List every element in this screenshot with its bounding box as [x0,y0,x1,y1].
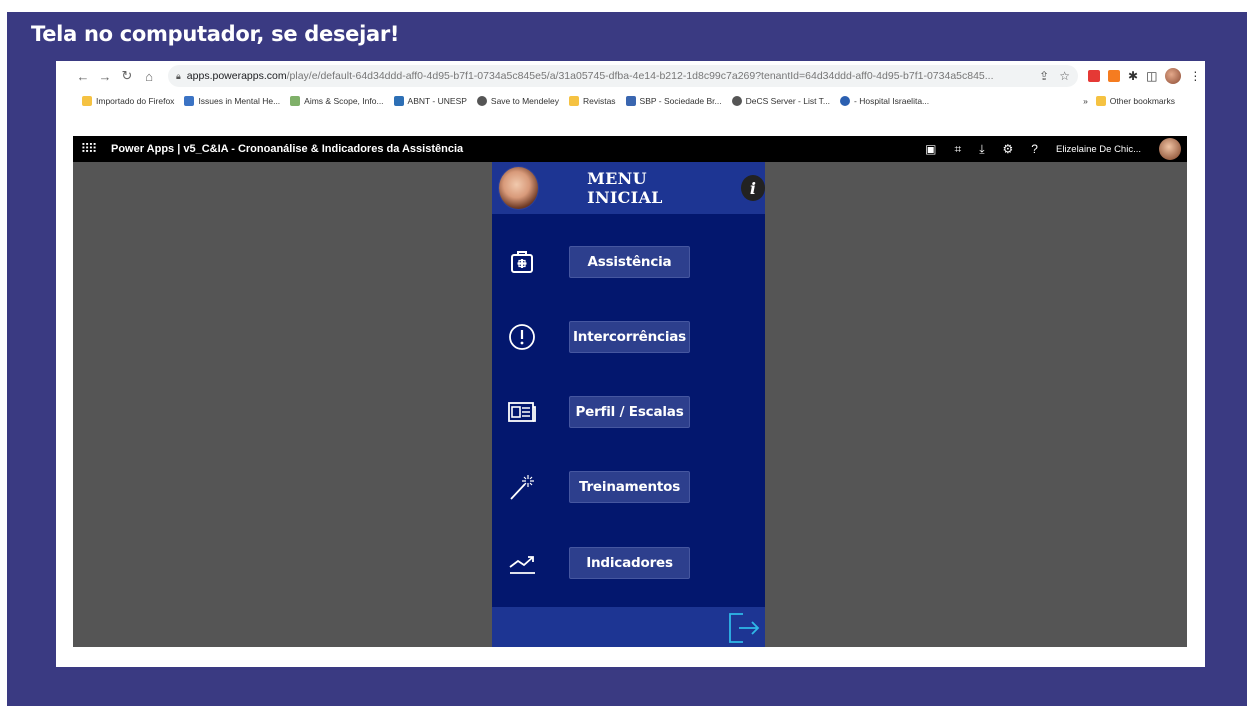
menu-row-treinamentos: Treinamentos [492,470,765,504]
profile-photo [498,166,540,210]
lock-icon[interactable]: 🔒︎ [176,71,181,82]
reload-icon[interactable]: ↻ [116,68,138,84]
help-icon[interactable]: ? [1031,142,1038,156]
download-icon[interactable]: ⤓ [979,142,984,157]
menu-row-intercorrencias: Intercorrências [492,320,765,354]
bookmark-favicon [393,96,404,106]
bookmark[interactable]: Importado do Firefox [82,96,174,106]
alert-circle-icon[interactable] [506,322,538,352]
globe-icon [731,96,742,106]
bookmark[interactable]: Issues in Mental He... [184,96,280,106]
extension-icon[interactable] [1108,70,1120,82]
app-canvas: MENU INICIAL i Assistência Intercorrênci… [73,162,1187,647]
bookmark-label: Save to Mendeley [490,96,559,106]
info-button[interactable]: i [740,175,765,201]
fit-to-screen-icon[interactable]: ⌗ [954,142,961,157]
bookmark[interactable]: SBP - Sociedade Br... [625,96,722,106]
trend-chart-icon[interactable] [506,548,538,578]
app-screen: MENU INICIAL i Assistência Intercorrênci… [492,162,765,647]
assistencia-button[interactable]: Assistência [569,246,690,278]
settings-icon[interactable]: ⚙ [1003,142,1014,156]
menu-row-perfil: Perfil / Escalas [492,395,765,429]
other-bookmarks[interactable]: Other bookmarks [1095,96,1175,106]
logout-icon[interactable] [725,611,761,645]
magic-wand-icon[interactable] [506,472,538,502]
other-bookmarks-label: Other bookmarks [1109,96,1175,106]
bookmark-favicon [290,96,301,106]
extensions-puzzle-icon[interactable]: ✱ [1128,69,1138,83]
bookmark-label: ABNT - UNESP [407,96,467,106]
bookmark[interactable]: ABNT - UNESP [393,96,467,106]
address-bar[interactable]: 🔒︎ apps.powerapps.com/play/e/default-64d… [168,65,1078,87]
bookmark-favicon [840,96,851,106]
powerapps-header: ⠿⠿ Power Apps | v5_C&IA - Cronoanálise &… [73,136,1187,162]
user-avatar[interactable] [1159,138,1181,160]
kebab-menu-icon[interactable]: ⋮ [1189,69,1201,83]
medical-kit-icon[interactable] [506,247,538,277]
slide-background: Tela no computador, se desejar! ← → ↻ ⌂ … [7,12,1247,706]
bookmark-label: Revistas [582,96,616,106]
bookmark-label: Importado do Firefox [96,96,175,106]
bookmark-label: DeCS Server - List T... [745,96,831,106]
bookmark-favicon [625,96,636,106]
bookmark-folder-icon [82,96,92,106]
browser-toolbar: ← → ↻ ⌂ 🔒︎ apps.powerapps.com/play/e/def… [56,61,1205,91]
app-header: MENU INICIAL i [492,162,765,214]
menu-row-assistencia: Assistência [492,245,765,279]
menu-row-indicadores: Indicadores [492,546,765,580]
home-icon[interactable]: ⌂ [138,69,160,84]
app-footer [492,607,765,647]
bookmark-folder-icon [568,96,579,106]
bookmark-label: Issues in Mental He... [198,96,281,106]
bookmark-label: Aims & Scope, Info... [304,96,384,106]
bookmark-label: - Hospital Israelita... [854,96,930,106]
bookmark[interactable]: DeCS Server - List T... [731,96,831,106]
profile-avatar[interactable] [1165,68,1182,84]
newspaper-icon[interactable] [506,397,538,427]
bookmark[interactable]: Save to Mendeley [476,96,559,106]
user-name[interactable]: Elizelaine De Chic... [1056,144,1141,155]
side-panel-icon[interactable]: ◫ [1146,69,1157,83]
treinamentos-button[interactable]: Treinamentos [569,471,690,503]
browser-window: ← → ↻ ⌂ 🔒︎ apps.powerapps.com/play/e/def… [56,61,1205,667]
app-launcher-icon[interactable]: ⠿⠿ [73,141,103,157]
bookmark-label: SBP - Sociedade Br... [639,96,722,106]
intercorrencias-button[interactable]: Intercorrências [569,321,690,353]
perfil-escalas-button[interactable]: Perfil / Escalas [569,396,690,428]
forward-icon[interactable]: → [94,69,116,84]
star-icon[interactable]: ☆ [1059,69,1070,83]
url-path: /play/e/default-64d34ddd-aff0-4d95-b7f1-… [286,70,994,82]
teams-icon[interactable]: ▣ [925,142,936,156]
bookmarks-bar: Importado do Firefox Issues in Mental He… [56,91,1205,111]
more-bookmarks-button[interactable]: » [1083,96,1088,106]
bookmark[interactable]: - Hospital Israelita... [840,96,929,106]
slide-title: Tela no computador, se desejar! [31,22,400,46]
powerapps-title: Power Apps | v5_C&IA - Cronoanálise & In… [111,143,464,155]
bookmark[interactable]: Revistas [568,96,616,106]
indicadores-button[interactable]: Indicadores [569,547,690,579]
bookmark-folder-icon [1095,96,1106,106]
extension-icon[interactable] [1088,70,1100,82]
menu-title: MENU INICIAL [587,169,663,207]
globe-icon [476,96,487,106]
bookmark-favicon [184,96,195,106]
share-icon[interactable]: ⇪ [1039,69,1049,83]
back-icon[interactable]: ← [72,69,94,84]
url-host: apps.powerapps.com [186,70,287,82]
bookmark[interactable]: Aims & Scope, Info... [290,96,384,106]
